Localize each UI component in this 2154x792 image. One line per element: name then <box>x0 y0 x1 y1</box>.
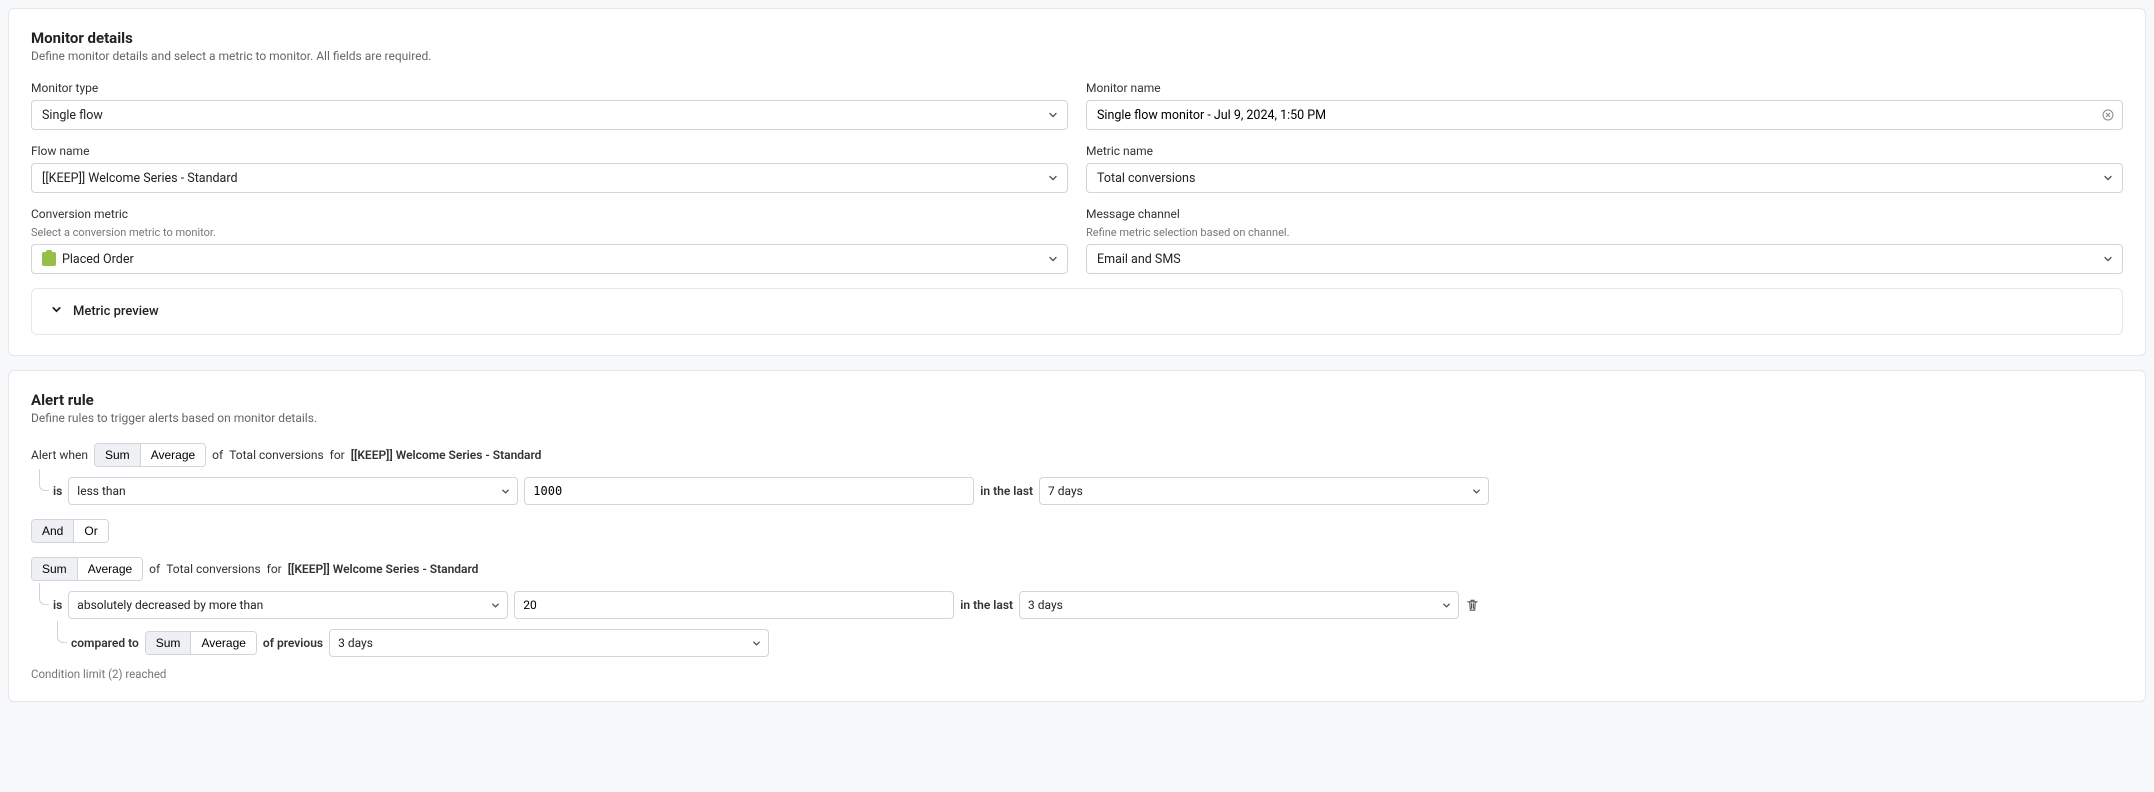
message-channel-label: Message channel <box>1086 207 2123 221</box>
cond2-compare-row: compared to Sum Average of previous 3 da… <box>71 629 2123 657</box>
cond1-period-value: 7 days <box>1048 484 1083 498</box>
cond2-sum-button[interactable]: Sum <box>32 558 77 580</box>
is-text: is <box>53 484 62 498</box>
monitor-type-label: Monitor type <box>31 81 1068 95</box>
cond2-average-button[interactable]: Average <box>77 558 142 580</box>
cond2-value-input[interactable] <box>514 591 954 619</box>
flow-name-value: [[KEEP]] Welcome Series - Standard <box>42 171 238 186</box>
chevron-down-icon <box>1047 109 1059 121</box>
cond1-metric: Total conversions <box>229 448 323 462</box>
alert-title: Alert rule <box>31 391 2123 409</box>
chevron-down-icon <box>751 638 762 649</box>
alert-rule-card: Alert rule Define rules to trigger alert… <box>8 370 2146 702</box>
connector-line <box>39 469 49 491</box>
in-last-text: in the last <box>980 484 1033 498</box>
monitor-type-select[interactable]: Single flow <box>31 100 1068 130</box>
cond1-sum-button[interactable]: Sum <box>95 444 140 466</box>
delete-condition-button[interactable] <box>1465 598 1480 613</box>
condition-limit-text: Condition limit (2) reached <box>31 667 2123 681</box>
cond1-header: Alert when Sum Average of Total conversi… <box>31 443 2123 467</box>
cond1-period-select[interactable]: 7 days <box>1039 477 1489 505</box>
is-text: is <box>53 598 62 612</box>
monitor-details-card: Monitor details Define monitor details a… <box>8 8 2146 356</box>
prev-period-select[interactable]: 3 days <box>329 629 769 657</box>
monitor-name-input-wrap <box>1086 100 2123 130</box>
metric-preview-label: Metric preview <box>73 304 159 319</box>
cond1-flow: [[KEEP]] Welcome Series - Standard <box>351 448 542 462</box>
cond1-average-button[interactable]: Average <box>140 444 205 466</box>
logic-toggle: And Or <box>31 519 109 543</box>
chevron-down-icon <box>50 303 63 320</box>
and-button[interactable]: And <box>32 520 73 542</box>
for-text: for <box>330 448 345 462</box>
in-last-text: in the last <box>960 598 1013 612</box>
chevron-down-icon <box>2102 253 2114 265</box>
conversion-metric-sublabel: Select a conversion metric to monitor. <box>31 226 1068 239</box>
alert-subtitle: Define rules to trigger alerts based on … <box>31 411 2123 425</box>
conversion-metric-label: Conversion metric <box>31 207 1068 221</box>
message-channel-select[interactable]: Email and SMS <box>1086 244 2123 274</box>
card-subtitle: Define monitor details and select a metr… <box>31 49 2123 63</box>
connector-line <box>57 621 67 643</box>
cond2-agg-toggle: Sum Average <box>31 557 143 581</box>
for-text: for <box>267 562 282 576</box>
monitor-name-input[interactable] <box>1097 108 2092 123</box>
connector-line <box>39 583 49 605</box>
prev-sum-button[interactable]: Sum <box>146 632 191 654</box>
chevron-down-icon <box>500 486 511 497</box>
metric-preview-toggle[interactable]: Metric preview <box>31 288 2123 335</box>
cond1-body: is less than in the last 7 days <box>53 477 2123 505</box>
cond2-operator-value: absolutely decreased by more than <box>77 598 263 612</box>
message-channel-sublabel: Refine metric selection based on channel… <box>1086 226 2123 239</box>
card-title: Monitor details <box>31 29 2123 47</box>
cond1-agg-toggle: Sum Average <box>94 443 206 467</box>
chevron-down-icon <box>1047 172 1059 184</box>
cond1-operator-select[interactable]: less than <box>68 477 518 505</box>
compared-to-text: compared to <box>71 636 139 650</box>
metric-name-value: Total conversions <box>1097 171 1195 186</box>
chevron-down-icon <box>490 600 501 611</box>
cond2-period-value: 3 days <box>1028 598 1063 612</box>
cond2-flow: [[KEEP]] Welcome Series - Standard <box>288 562 479 576</box>
prev-period-value: 3 days <box>338 636 373 650</box>
metric-name-label: Metric name <box>1086 144 2123 158</box>
chevron-down-icon <box>1471 486 1482 497</box>
chevron-down-icon <box>1441 600 1452 611</box>
cond1-operator-value: less than <box>77 484 125 498</box>
clear-icon[interactable] <box>2102 109 2114 121</box>
logic-toggle-row: And Or <box>31 519 2123 543</box>
conversion-metric-value: Placed Order <box>62 252 134 267</box>
cond2-body: is absolutely decreased by more than in … <box>53 591 2123 619</box>
of-previous-text: of previous <box>263 636 323 650</box>
prev-average-button[interactable]: Average <box>190 632 255 654</box>
alert-when-text: Alert when <box>31 448 88 462</box>
chevron-down-icon <box>2102 172 2114 184</box>
metric-name-select[interactable]: Total conversions <box>1086 163 2123 193</box>
of-text: of <box>212 448 223 462</box>
cond2-header: Sum Average of Total conversions for [[K… <box>31 557 2123 581</box>
shopify-icon <box>42 252 56 266</box>
cond2-operator-select[interactable]: absolutely decreased by more than <box>68 591 508 619</box>
monitor-name-label: Monitor name <box>1086 81 2123 95</box>
conversion-metric-select[interactable]: Placed Order <box>31 244 1068 274</box>
cond1-value-input[interactable] <box>524 477 974 505</box>
cond2-metric: Total conversions <box>166 562 260 576</box>
flow-name-label: Flow name <box>31 144 1068 158</box>
cond2-period-select[interactable]: 3 days <box>1019 591 1459 619</box>
prev-agg-toggle: Sum Average <box>145 631 257 655</box>
chevron-down-icon <box>1047 253 1059 265</box>
flow-name-select[interactable]: [[KEEP]] Welcome Series - Standard <box>31 163 1068 193</box>
message-channel-value: Email and SMS <box>1097 252 1181 267</box>
or-button[interactable]: Or <box>73 520 107 542</box>
monitor-type-value: Single flow <box>42 108 103 123</box>
of-text: of <box>149 562 160 576</box>
